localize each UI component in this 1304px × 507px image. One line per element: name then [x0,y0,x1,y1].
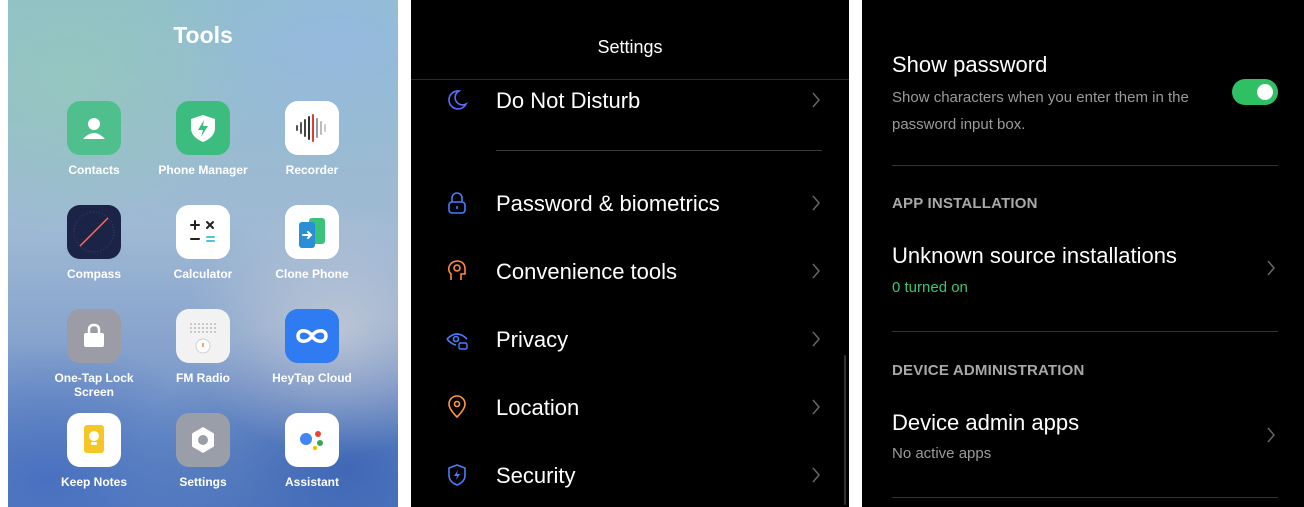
app-label: Assistant [284,475,340,489]
app-label: Settings [179,475,227,489]
folder-title: Tools [173,22,233,48]
divider [496,150,822,151]
compass-icon [67,205,121,259]
chevron-right-icon [812,331,820,347]
notes-icon [67,413,121,467]
chevron-right-icon [1267,427,1275,443]
cloud-icon [285,309,339,363]
shield-icon [448,464,466,486]
app-label: Compass [66,267,122,281]
device-admin-apps-status: No active apps [892,445,992,462]
app-label: Clone Phone [275,267,349,281]
app-label: Contacts [68,163,120,177]
unknown-source-status: 0 turned on [892,279,968,296]
app-label: HeyTap Cloud [272,371,352,385]
tools-folder-panel: Tools Contacts Phone Manager Recorder Co… [8,0,398,507]
settings-item-label: Password & biometrics [496,191,720,216]
calculator-icon [176,205,230,259]
section-heading-device-administration: DEVICE ADMINISTRATION [892,362,1085,379]
moon-icon [448,90,468,110]
lock-icon [67,309,121,363]
settings-item-label: Privacy [496,327,569,352]
settings-item-location[interactable]: Location [411,387,849,427]
app-label: FM Radio [176,371,230,385]
settings-item-security[interactable]: Security [411,455,849,495]
app-label: Keep Notes [60,475,128,489]
security-options-panel: Show password Show characters when you e… [862,0,1304,507]
recorder-icon [285,101,339,155]
contacts-icon [67,101,121,155]
show-password-description: Show characters when you enter them in t… [892,89,1189,133]
chevron-right-icon [812,195,820,211]
phone-manager-icon [176,101,230,155]
settings-item-password-biometrics[interactable]: Password & biometrics [411,183,849,223]
app-contacts[interactable]: Contacts [39,101,149,177]
show-password-title: Show password [892,52,1048,77]
assistant-icon [285,413,339,467]
divider [892,165,1278,166]
app-label: One-Tap Lock Screen [54,371,134,399]
unknown-source-installations-title: Unknown source installations [892,243,1177,268]
app-settings[interactable]: Settings [148,413,258,489]
settings-item-convenience-tools[interactable]: Convenience tools [411,251,849,291]
settings-item-label: Location [496,395,580,420]
app-compass[interactable]: Compass [39,205,149,281]
settings-icon [176,413,230,467]
app-heytap-cloud[interactable]: HeyTap Cloud [257,309,367,385]
page-title: Settings [597,37,663,57]
device-admin-apps-title: Device admin apps [892,410,1080,435]
section-heading-app-installation: APP INSTALLATION [892,195,1038,212]
lock-icon [448,192,466,214]
settings-panel: Settings Do Not Disturb Password & biome… [411,0,849,507]
show-password-toggle[interactable] [1232,79,1278,105]
app-recorder[interactable]: Recorder [257,101,367,177]
app-label: Phone Manager [158,163,248,177]
settings-header: Settings [411,0,849,80]
radio-icon [176,309,230,363]
app-assistant[interactable]: Assistant [257,413,367,489]
chevron-right-icon [812,263,820,279]
app-label: Calculator [173,267,233,281]
app-fm-radio[interactable]: FM Radio [148,309,258,385]
convenience-icon [447,260,466,280]
app-clone-phone[interactable]: Clone Phone [257,205,367,281]
divider [892,331,1278,332]
clone-phone-icon [285,205,339,259]
chevron-right-icon [1267,260,1275,276]
settings-item-label: Do Not Disturb [496,88,641,113]
privacy-eye-icon [446,333,468,350]
app-label: Recorder [285,163,339,177]
app-calculator[interactable]: Calculator [148,205,258,281]
toggle-knob [1257,84,1273,100]
chevron-right-icon [812,399,820,415]
settings-item-label: Convenience tools [496,259,678,284]
location-pin-icon [448,395,466,419]
app-one-tap-lock-screen[interactable]: One-Tap Lock Screen [39,309,149,399]
settings-item-do-not-disturb[interactable]: Do Not Disturb [411,80,849,120]
settings-item-privacy[interactable]: Privacy [411,319,849,359]
divider [892,497,1278,498]
app-phone-manager[interactable]: Phone Manager [148,101,258,177]
app-keep-notes[interactable]: Keep Notes [39,413,149,489]
scrollbar[interactable] [844,355,846,505]
chevron-right-icon [812,92,820,108]
settings-item-label: Security [496,463,576,488]
chevron-right-icon [812,467,820,483]
